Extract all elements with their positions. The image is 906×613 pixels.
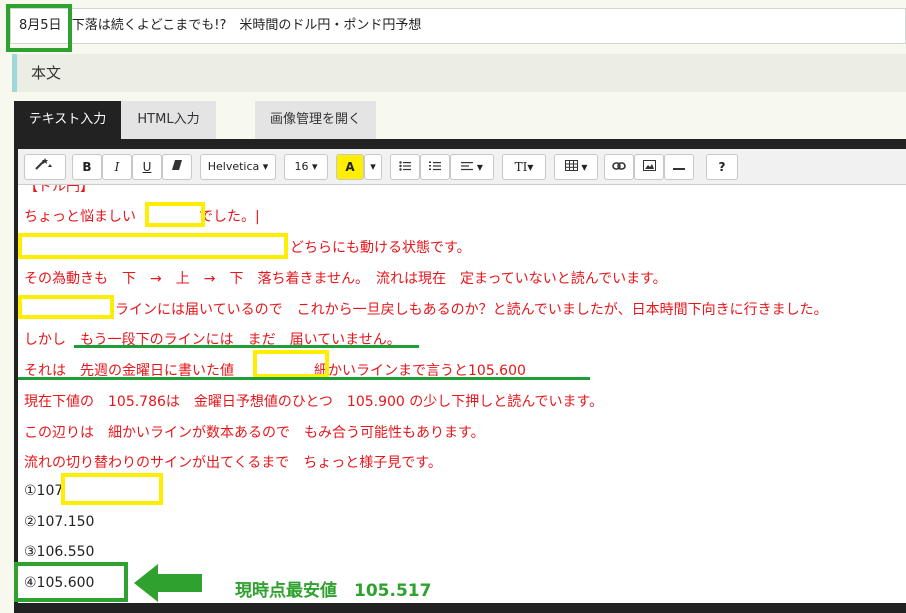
bullet-list-button[interactable] <box>390 154 420 180</box>
content-line: ラインには届いているので これから一旦戻しもあるのか？と読んでいましたが、日本時… <box>115 302 828 318</box>
help-button[interactable]: ? <box>706 154 738 180</box>
font-family-value: Helvetica <box>207 160 260 173</box>
text-style-label: TI <box>514 160 528 174</box>
list-ul-icon <box>399 160 411 174</box>
eraser-icon <box>171 160 183 174</box>
green-arrow-icon <box>134 564 202 602</box>
chevron-down-icon: ▾ <box>476 160 483 174</box>
font-size-value: 16 <box>294 160 309 173</box>
text-color-button[interactable]: A <box>336 154 364 180</box>
redaction-box <box>18 295 114 319</box>
content-partial-heading: 【ドル円】 <box>24 185 94 195</box>
content-line: 流れの切り替わりのサインが出てくるまで ちょっと様子見です。 <box>24 455 442 471</box>
link-button[interactable] <box>604 154 634 180</box>
editor-toolbar: B I U Helvetica ▾ 16 ▾ A ▾ ▾ TI▾ ▾ ? <box>18 149 906 185</box>
image-icon <box>642 160 656 174</box>
price-item-3: ③106.550 <box>24 544 95 560</box>
underline-mark <box>74 345 419 348</box>
price-item-4-highlight-box <box>14 562 128 602</box>
content-line: この辺りは 細かいラインが数本あるので もみ合う可能性もあります。 <box>24 425 485 441</box>
horizontal-rule-icon <box>673 160 685 174</box>
content-line: 現在下値の 105.786は 金曜日予想値のひとつ 105.900 の少し下押し… <box>24 394 604 410</box>
font-size-select[interactable]: 16 ▾ <box>284 154 328 180</box>
horizontal-rule-button[interactable] <box>664 154 694 180</box>
chevron-down-icon: ▾ <box>311 160 318 173</box>
date-highlight-box <box>6 4 72 52</box>
redaction-box <box>253 350 329 378</box>
font-family-select[interactable]: Helvetica ▾ <box>200 154 276 180</box>
chevron-down-icon: ▾ <box>262 160 269 173</box>
section-heading: 本文 <box>12 54 906 92</box>
list-ol-icon <box>429 160 441 174</box>
tab-html-input[interactable]: HTML入力 <box>121 101 216 139</box>
link-icon <box>612 160 626 174</box>
table-button[interactable]: ▾ <box>554 154 598 180</box>
magic-wand-icon <box>34 158 56 174</box>
numbered-list-button[interactable] <box>420 154 450 180</box>
image-manager-button[interactable]: 画像管理を開く <box>255 101 376 139</box>
price-item-2: ②107.150 <box>24 514 95 530</box>
editor-bottom-border <box>14 603 906 613</box>
underline-mark <box>18 377 590 380</box>
chevron-down-icon: ▾ <box>370 160 376 173</box>
content-line: その為動きも 下 → 上 → 下 落ち着きません。 流れは現在 定まっていないと… <box>24 271 667 287</box>
align-button[interactable]: ▾ <box>450 154 494 180</box>
text-color-dropdown[interactable]: ▾ <box>364 154 382 180</box>
table-icon <box>564 160 582 174</box>
title-text: 下落は続くよどこまでも!? 米時間のドル円・ポンド円予想 <box>71 18 422 33</box>
magic-wand-button[interactable] <box>24 154 66 180</box>
bold-button[interactable]: B <box>72 154 102 180</box>
price-item-1: ①107 <box>24 483 64 499</box>
insert-image-button[interactable] <box>634 154 664 180</box>
redaction-box <box>18 233 288 259</box>
redaction-box <box>145 202 205 227</box>
redaction-box <box>61 473 163 505</box>
content-line: ちょっと悩ましい でした。| <box>24 206 260 226</box>
title-input[interactable]: 8月5日 下落は続くよどこまでも!? 米時間のドル円・ポンド円予想 <box>10 8 906 44</box>
chevron-down-icon: ▾ <box>581 160 588 174</box>
eraser-button[interactable] <box>162 154 192 180</box>
italic-button[interactable]: I <box>102 154 132 180</box>
align-left-icon <box>461 160 477 174</box>
content-line: どちらにも動ける状態です。 <box>290 240 471 256</box>
content-text: でした。| <box>199 209 260 225</box>
content-text: ちょっと悩ましい <box>24 209 136 225</box>
tab-text-input[interactable]: テキスト入力 <box>14 101 121 139</box>
underline-button[interactable]: U <box>132 154 162 180</box>
chevron-down-icon: ▾ <box>527 160 534 174</box>
lowest-price-annotation: 現時点最安値 105.517 <box>235 581 432 601</box>
text-style-button[interactable]: TI▾ <box>502 154 546 180</box>
